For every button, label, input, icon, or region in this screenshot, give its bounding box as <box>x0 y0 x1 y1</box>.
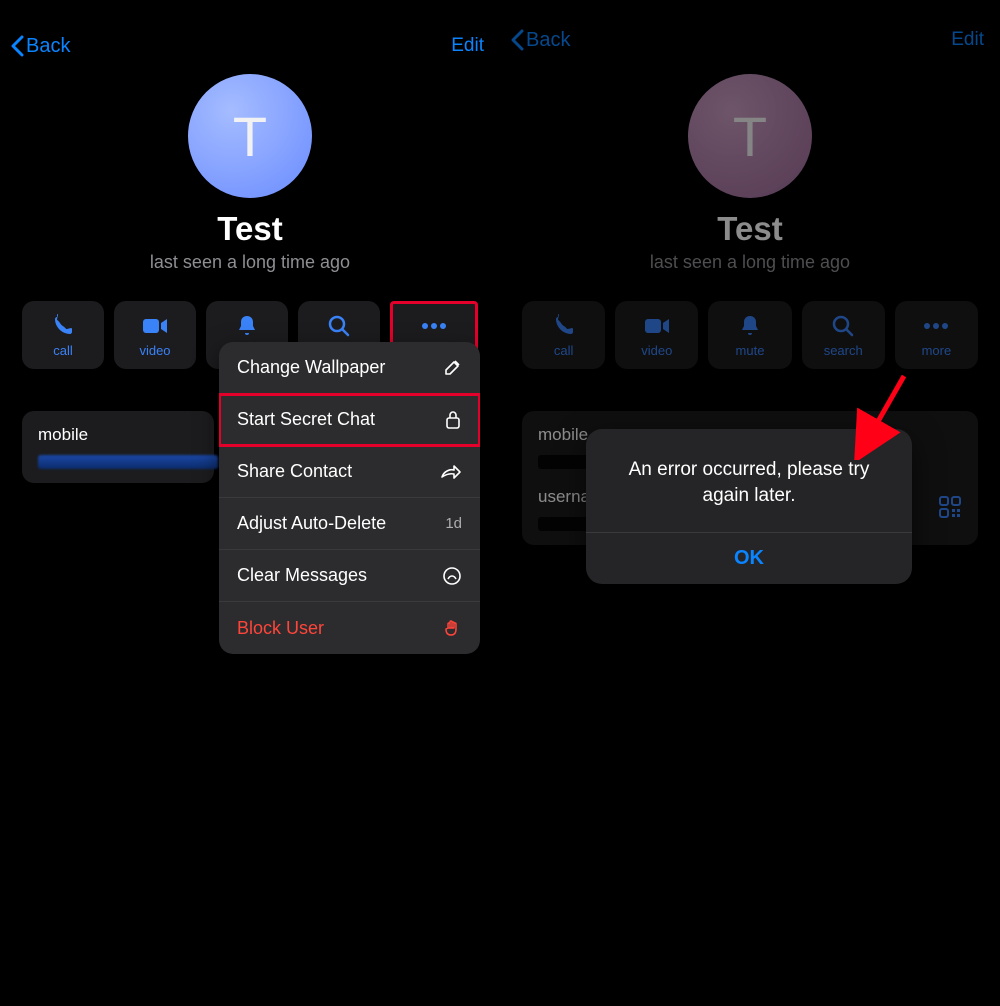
call-button[interactable]: call <box>522 301 605 369</box>
info-block-mobile[interactable]: mobile <box>22 411 214 483</box>
video-button[interactable]: video <box>114 301 196 369</box>
video-label: video <box>139 343 170 358</box>
back-button[interactable]: Back <box>10 35 70 58</box>
menu-change-wallpaper[interactable]: Change Wallpaper <box>219 342 480 394</box>
more-button[interactable]: more <box>895 301 978 369</box>
bell-icon <box>236 313 258 339</box>
avatar[interactable]: T <box>188 74 312 198</box>
hand-icon <box>444 618 462 638</box>
menu-block-user-label: Block User <box>237 618 324 639</box>
lock-icon <box>444 410 462 430</box>
chevron-left-icon <box>510 29 524 51</box>
ellipsis-icon <box>421 313 447 339</box>
action-row: call video mute search more <box>500 301 1000 369</box>
paint-icon <box>442 358 462 378</box>
more-label: more <box>922 343 952 358</box>
avatar-initial: T <box>733 104 767 169</box>
video-icon <box>142 313 168 339</box>
search-label: search <box>824 343 863 358</box>
edit-button[interactable]: Edit <box>951 29 984 51</box>
alert-ok-button[interactable]: OK <box>586 533 912 584</box>
contact-status: last seen a long time ago <box>500 252 1000 273</box>
back-button[interactable]: Back <box>510 29 570 52</box>
error-alert: An error occurred, please try again late… <box>586 429 912 584</box>
mute-label: mute <box>736 343 765 358</box>
back-label: Back <box>526 29 570 52</box>
edit-button[interactable]: Edit <box>451 35 484 57</box>
menu-start-secret-chat-label: Start Secret Chat <box>237 409 375 430</box>
contact-name: Test <box>0 210 500 248</box>
menu-block-user[interactable]: Block User <box>219 602 480 654</box>
menu-share-contact[interactable]: Share Contact <box>219 446 480 498</box>
brush-icon <box>442 566 462 586</box>
call-label: call <box>554 343 574 358</box>
call-label: call <box>53 343 73 358</box>
back-label: Back <box>26 35 70 58</box>
menu-clear-messages[interactable]: Clear Messages <box>219 550 480 602</box>
auto-delete-value: 1d <box>445 515 462 532</box>
phone-icon <box>51 313 75 339</box>
contact-status: last seen a long time ago <box>0 252 500 273</box>
menu-adjust-auto-delete[interactable]: Adjust Auto-Delete 1d <box>219 498 480 550</box>
contact-name: Test <box>500 210 1000 248</box>
ellipsis-icon <box>923 313 949 339</box>
screenshot-left: Back Edit T Test last seen a long time a… <box>0 0 500 1006</box>
navbar: Back Edit <box>0 0 500 64</box>
qr-icon[interactable] <box>938 495 962 524</box>
alert-message: An error occurred, please try again late… <box>586 429 912 532</box>
share-icon <box>440 463 462 481</box>
mute-button[interactable]: mute <box>708 301 791 369</box>
search-button[interactable]: search <box>802 301 885 369</box>
navbar: Back Edit <box>500 0 1000 64</box>
avatar-initial: T <box>233 104 267 169</box>
redacted-phone <box>38 455 218 469</box>
search-icon <box>327 313 351 339</box>
video-button[interactable]: video <box>615 301 698 369</box>
video-label: video <box>641 343 672 358</box>
menu-change-wallpaper-label: Change Wallpaper <box>237 357 385 378</box>
phone-icon <box>552 313 576 339</box>
avatar[interactable]: T <box>688 74 812 198</box>
video-icon <box>644 313 670 339</box>
mobile-label: mobile <box>38 425 198 445</box>
search-icon <box>831 313 855 339</box>
menu-share-contact-label: Share Contact <box>237 461 352 482</box>
chevron-left-icon <box>10 35 24 57</box>
more-menu: Change Wallpaper Start Secret Chat Share… <box>219 342 480 654</box>
menu-start-secret-chat[interactable]: Start Secret Chat <box>219 394 480 446</box>
bell-icon <box>739 313 761 339</box>
menu-clear-messages-label: Clear Messages <box>237 565 367 586</box>
call-button[interactable]: call <box>22 301 104 369</box>
menu-adjust-auto-delete-label: Adjust Auto-Delete <box>237 513 386 534</box>
